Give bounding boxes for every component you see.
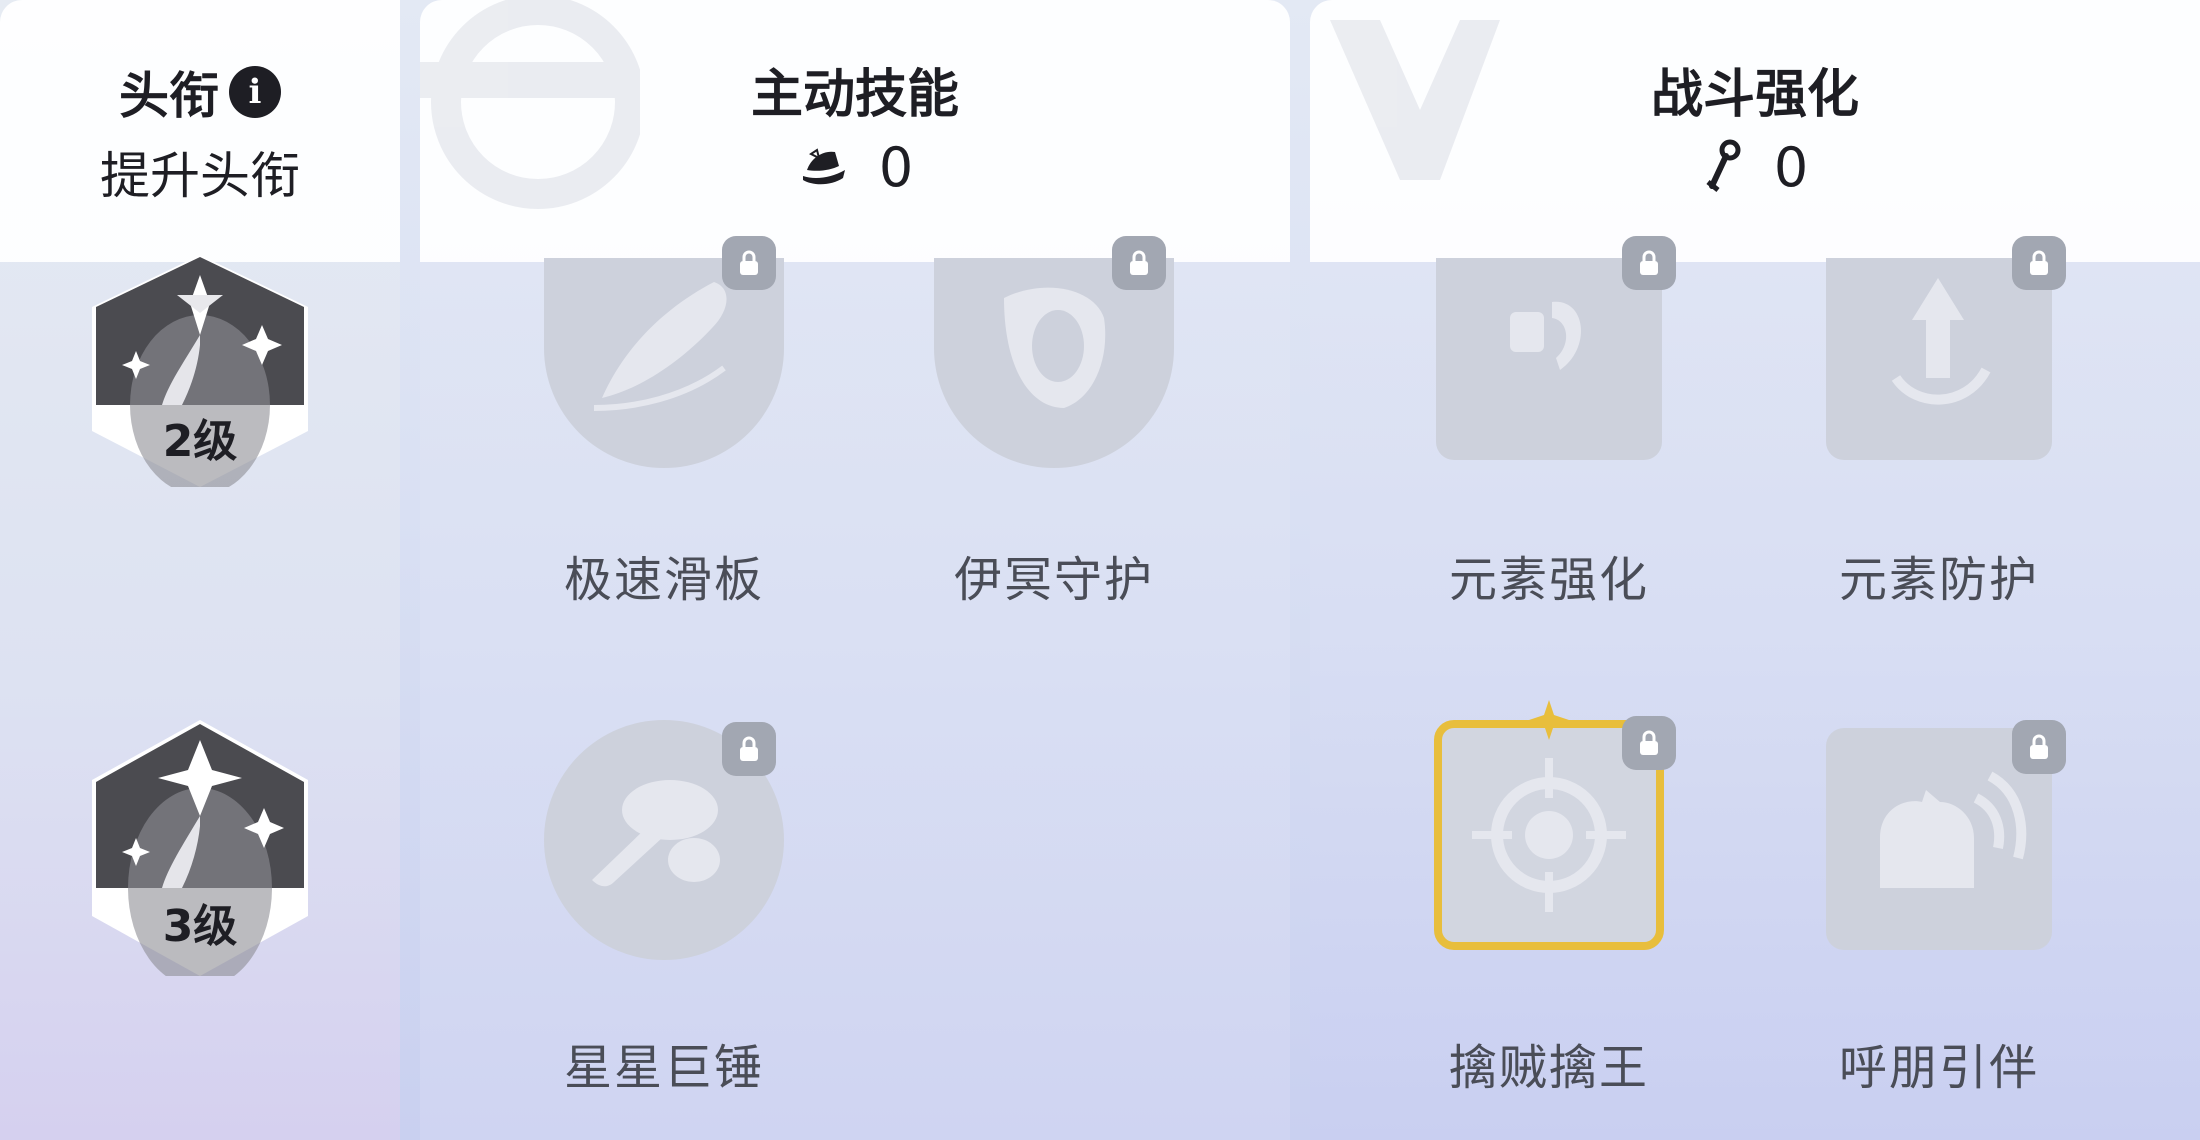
enhancement-name: 呼朋引伴 [1838, 1040, 2039, 1096]
enhancement-node[interactable]: 元素强化 [1436, 236, 1676, 608]
skill-node[interactable]: 伊冥守护 [934, 236, 1174, 608]
enhancement-icon-tile [1826, 258, 2052, 460]
rank-label: 3级 [162, 901, 238, 952]
enhancement-node-highlighted[interactable]: 擒贼擒王 [1434, 700, 1676, 1096]
lock-icon [1622, 236, 1676, 290]
enhancement-name: 元素强化 [1448, 552, 1649, 608]
lock-icon [2012, 236, 2066, 290]
enhancement-name: 擒贼擒王 [1448, 1040, 1649, 1096]
enhancement-node[interactable]: 元素防护 [1826, 236, 2066, 608]
active-skills-header: 主动技能 0 [420, 0, 1290, 262]
title-panel: 头衔 i 提升头衔 2级 3级 [0, 0, 400, 1140]
rank-label: 2级 [162, 416, 238, 467]
lock-icon [1112, 236, 1166, 290]
lock-icon [722, 236, 776, 290]
enhancement-icon-tile [1436, 258, 1662, 460]
skill-node[interactable]: 星星巨锤 [544, 720, 784, 1096]
enhancement-node[interactable]: 呼朋引伴 [1826, 720, 2066, 1096]
active-skills-title: 主动技能 [750, 65, 959, 125]
skill-point-count: 0 [878, 135, 914, 199]
lock-icon [1622, 716, 1676, 770]
enhance-point-count: 0 [1773, 135, 1809, 199]
skill-name: 星星巨锤 [563, 1040, 764, 1096]
lock-icon [2012, 720, 2066, 774]
info-icon[interactable]: i [229, 66, 281, 118]
skill-name: 极速滑板 [563, 552, 764, 608]
title-panel-header: 头衔 i 提升头衔 [0, 0, 400, 262]
rank-badge-2[interactable]: 2级 [82, 255, 318, 487]
hat-icon [802, 148, 845, 185]
enhance-point-counter: 0 [1310, 132, 2200, 202]
lock-icon [722, 722, 776, 776]
title-subtitle[interactable]: 提升头衔 [0, 136, 400, 208]
combat-panel-header: 战斗强化 0 [1310, 0, 2200, 262]
wrench-icon [1706, 139, 1741, 192]
active-skills-panel: 主动技能 0 极速滑板 伊冥守护 星星巨锤 [420, 0, 1290, 1140]
combat-panel-title: 战斗强化 [1650, 65, 1859, 125]
skill-name: 伊冥守护 [953, 552, 1154, 608]
skill-point-counter: 0 [420, 132, 1290, 202]
sparkle-icon [1529, 700, 1569, 740]
skill-node[interactable]: 极速滑板 [544, 236, 784, 608]
arrow-up-icon [1891, 278, 1991, 405]
element-icon [1510, 301, 1582, 370]
combat-enhancement-panel: 战斗强化 0 元素强化 元素防护 擒贼擒王 呼朋引伴 [1310, 0, 2200, 1140]
title-heading-row: 头衔 i [0, 60, 400, 125]
enhancement-name: 元素防护 [1838, 552, 2039, 608]
rank-badge-3[interactable]: 3级 [82, 720, 318, 976]
title-heading: 头衔 [119, 67, 219, 125]
